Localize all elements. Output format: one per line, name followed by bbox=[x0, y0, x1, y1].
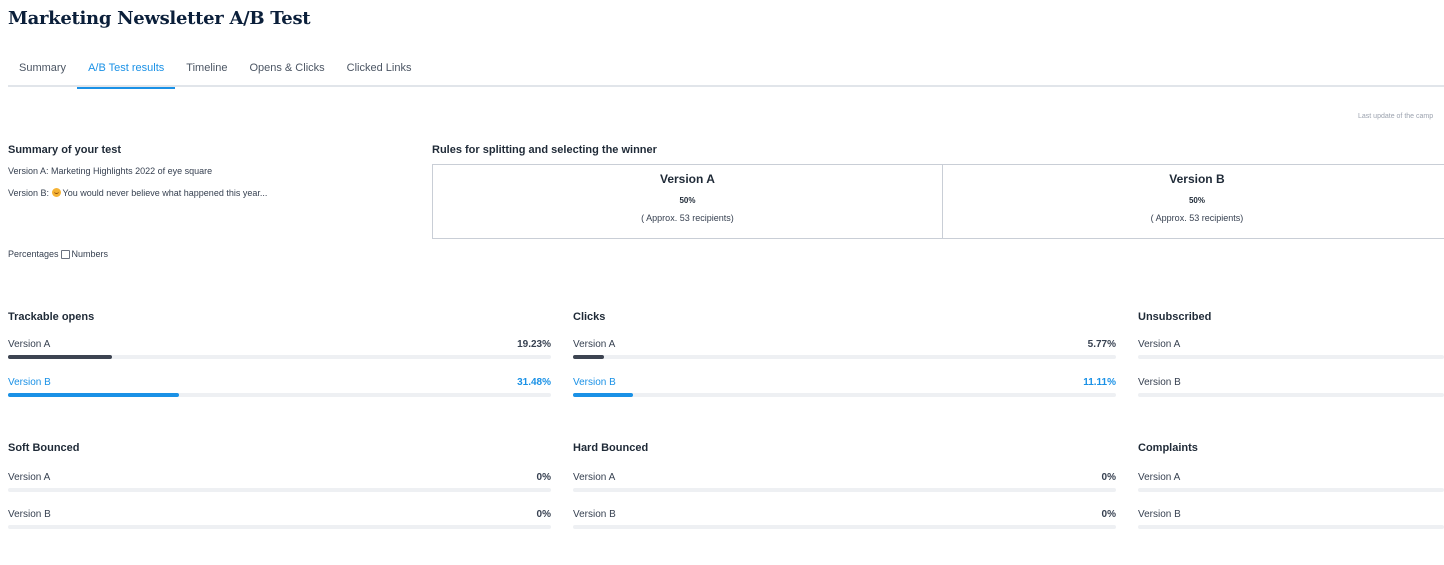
summary-version-b-subject: You would never believe what happened th… bbox=[62, 188, 268, 198]
metric-bar-track bbox=[573, 355, 1116, 359]
metric-label: Version B bbox=[8, 509, 51, 520]
rules-version-percent: 50% bbox=[679, 196, 696, 205]
metric-bar-fill-b bbox=[573, 393, 634, 397]
metric-label: Version B bbox=[573, 509, 616, 520]
metric-label: Version A bbox=[1138, 339, 1181, 350]
numbers-checkbox[interactable] bbox=[60, 249, 70, 259]
numbers-label[interactable]: Numbers bbox=[72, 249, 109, 259]
metric-bar-track bbox=[8, 488, 551, 492]
metric-bar-track bbox=[573, 525, 1116, 529]
metric-title: Unsubscribed bbox=[1138, 311, 1212, 323]
summary-title: Summary of your test bbox=[8, 144, 122, 156]
rules-version-percent: 50% bbox=[1188, 196, 1205, 205]
metric-label: Version B bbox=[8, 377, 51, 388]
smiling-face-emoji-icon bbox=[51, 188, 61, 197]
metric-row-version-a: Version A 5.77% bbox=[573, 339, 1116, 351]
tab-bar: Summary A/B Test results Timeline Opens … bbox=[8, 50, 1444, 89]
last-update-text: Last update of the camp bbox=[1358, 113, 1434, 120]
page-title: Marketing Newsletter A/B Test bbox=[8, 8, 311, 29]
metric-clicks: Clicks Version A 5.77% Version B 11.11% bbox=[573, 311, 1116, 397]
metric-label: Version A bbox=[8, 339, 51, 350]
metric-label: Version A bbox=[573, 339, 616, 350]
metric-value: 0% bbox=[1101, 509, 1116, 520]
metric-row-version-b: Version B 11.11% bbox=[573, 377, 1116, 389]
metric-row-version-a: Version A 19.23% bbox=[8, 339, 551, 351]
summary-version-a: Version A: Marketing Highlights 2022 of … bbox=[8, 166, 213, 176]
metric-label: Version A bbox=[1138, 472, 1181, 483]
metric-title: Trackable opens bbox=[8, 311, 95, 323]
tab-timeline[interactable]: Timeline bbox=[175, 50, 238, 87]
metric-label: Version B bbox=[573, 377, 616, 388]
metric-trackable-opens: Trackable opens Version A 19.23% Version… bbox=[8, 311, 551, 397]
metric-value: 0% bbox=[536, 509, 551, 520]
metric-row-version-a: Version A 0% bbox=[573, 472, 1116, 484]
metric-row-version-a: Version A bbox=[1138, 339, 1444, 351]
metric-bar-fill-a bbox=[8, 355, 113, 359]
metric-row-version-b: Version B bbox=[1138, 509, 1444, 521]
rules-version-b: Version B 50% ( Approx. 53 recipients) bbox=[941, 165, 1444, 238]
metric-bar-track bbox=[1138, 488, 1444, 492]
rules-title: Rules for splitting and selecting the wi… bbox=[432, 144, 657, 156]
metric-hard-bounced: Hard Bounced Version A 0% Version B 0% bbox=[573, 442, 1116, 529]
metric-bar-track bbox=[573, 393, 1116, 397]
summary-version-b-prefix: Version B: bbox=[8, 188, 52, 198]
metric-value: 11.11% bbox=[1083, 377, 1116, 388]
metric-value: 5.77% bbox=[1087, 339, 1116, 350]
rules-version-recipients: ( Approx. 53 recipients) bbox=[1150, 213, 1244, 223]
metric-value: 0% bbox=[536, 472, 551, 483]
tab-opens-clicks[interactable]: Opens & Clicks bbox=[238, 50, 335, 87]
rules-version-a: Version A 50% ( Approx. 53 recipients) bbox=[433, 165, 942, 238]
metric-unsubscribed: Unsubscribed Version A Version B bbox=[1138, 311, 1444, 397]
metric-soft-bounced: Soft Bounced Version A 0% Version B 0% bbox=[8, 442, 551, 529]
metric-row-version-b: Version B bbox=[1138, 377, 1444, 389]
metric-value: 0% bbox=[1101, 472, 1116, 483]
metric-value: 31.48% bbox=[517, 377, 551, 388]
rules-version-recipients: ( Approx. 53 recipients) bbox=[641, 213, 734, 223]
metric-bar-track bbox=[1138, 393, 1444, 397]
metric-title: Complaints bbox=[1138, 442, 1198, 454]
tab-clicked-links[interactable]: Clicked Links bbox=[336, 50, 423, 87]
metric-bar-track bbox=[8, 393, 551, 397]
metric-row-version-b: Version B 31.48% bbox=[8, 377, 551, 389]
metric-bar-track bbox=[1138, 525, 1444, 529]
tab-summary[interactable]: Summary bbox=[8, 50, 77, 87]
rules-box: Version A 50% ( Approx. 53 recipients) V… bbox=[432, 164, 1444, 239]
metric-row-version-b: Version B 0% bbox=[573, 509, 1116, 521]
metric-bar-track bbox=[573, 488, 1116, 492]
metric-bar-track bbox=[8, 355, 551, 359]
tab-ab-test-results[interactable]: A/B Test results bbox=[77, 50, 176, 89]
display-toggle: Percentages Numbers bbox=[8, 249, 108, 259]
metric-title: Clicks bbox=[573, 311, 606, 323]
metric-bar-track bbox=[1138, 355, 1444, 359]
metric-label: Version B bbox=[1138, 509, 1181, 520]
rules-version-name: Version A bbox=[659, 172, 715, 186]
metric-title: Hard Bounced bbox=[573, 442, 649, 454]
metric-row-version-b: Version B 0% bbox=[8, 509, 551, 521]
metric-row-version-a: Version A bbox=[1138, 472, 1444, 484]
metric-label: Version B bbox=[1138, 377, 1181, 388]
rules-version-name: Version B bbox=[1169, 172, 1225, 186]
metric-label: Version A bbox=[573, 472, 616, 483]
metric-bar-fill-b bbox=[8, 393, 179, 397]
metric-row-version-a: Version A 0% bbox=[8, 472, 551, 484]
metric-bar-track bbox=[8, 525, 551, 529]
metric-value: 19.23% bbox=[517, 339, 551, 350]
percentages-label[interactable]: Percentages bbox=[8, 249, 59, 259]
metric-complaints: Complaints Version A Version B bbox=[1138, 442, 1444, 529]
metric-title: Soft Bounced bbox=[8, 442, 80, 454]
metric-bar-fill-a bbox=[573, 355, 605, 359]
summary-version-b: Version B: You would never believe what … bbox=[8, 188, 267, 198]
metric-label: Version A bbox=[8, 472, 51, 483]
